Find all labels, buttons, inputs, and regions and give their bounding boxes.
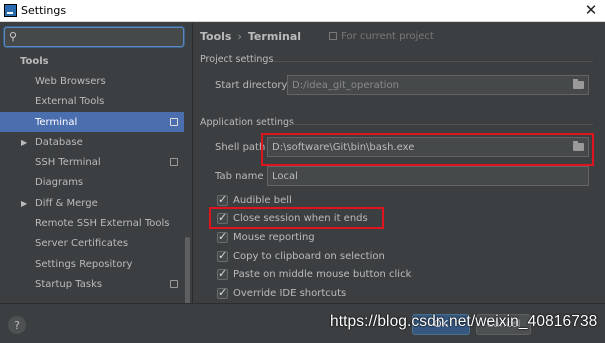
checkbox-label: Override IDE shortcuts xyxy=(233,287,347,299)
breadcrumb: Tools › Terminal For current project xyxy=(200,29,434,43)
search-input[interactable] xyxy=(27,29,179,45)
sidebar-item-external-tools[interactable]: External Tools xyxy=(0,92,184,112)
sidebar-item-settings-repository[interactable]: Settings Repository xyxy=(0,254,184,274)
sidebar-item-server-certificates[interactable]: Server Certificates xyxy=(0,234,184,254)
sidebar-item-database[interactable]: ▶ Database xyxy=(0,132,184,152)
breadcrumb-parent: Tools xyxy=(200,29,232,43)
project-settings-heading: Project settings xyxy=(200,54,274,65)
sidebar-item-label: Diff & Merge xyxy=(35,197,98,209)
paste-middle-click-checkbox-row[interactable]: Paste on middle mouse button click xyxy=(217,267,411,281)
close-session-checkbox-row[interactable]: Close session when it ends xyxy=(217,211,368,225)
project-scope-icon xyxy=(170,117,178,126)
intellij-app-icon xyxy=(4,4,17,17)
audible-bell-checkbox[interactable] xyxy=(217,193,228,206)
folder-icon xyxy=(572,79,584,89)
close-icon[interactable]: ✕ xyxy=(583,1,599,19)
sidebar-item-label: Diagrams xyxy=(35,177,84,189)
override-ide-shortcuts-checkbox-row[interactable]: Override IDE shortcuts xyxy=(217,286,346,300)
dialog-footer: ? OK Cancel https://blog.csdn.net/weixin… xyxy=(0,303,605,343)
override-ide-shortcuts-checkbox[interactable] xyxy=(217,286,228,299)
project-scope-icon xyxy=(170,158,178,167)
watermark-text: https://blog.csdn.net/weixin_40816738 xyxy=(330,313,598,330)
audible-bell-checkbox-row[interactable]: Audible bell xyxy=(217,193,292,207)
browse-start-directory-button[interactable] xyxy=(569,77,587,93)
section-divider xyxy=(291,124,593,125)
settings-sidebar: ⚲ Tools Web Browsers External Tools Term… xyxy=(0,23,192,325)
breadcrumb-separator: › xyxy=(237,29,242,43)
checkbox-label: Paste on middle mouse button click xyxy=(233,268,412,280)
sidebar-item-web-browsers[interactable]: Web Browsers xyxy=(0,71,184,91)
expand-arrow-icon[interactable]: ▶ xyxy=(21,199,27,208)
project-scope-icon xyxy=(170,280,178,289)
sidebar-item-label: Remote SSH External Tools xyxy=(35,218,170,230)
help-button[interactable]: ? xyxy=(8,316,26,334)
sidebar-item-label: Terminal xyxy=(35,116,78,128)
sidebar-item-ssh-terminal[interactable]: SSH Terminal xyxy=(0,152,184,172)
copy-on-selection-checkbox[interactable] xyxy=(217,249,228,262)
tab-name-input[interactable] xyxy=(272,169,582,183)
sidebar-item-label: External Tools xyxy=(35,96,105,108)
settings-search-box[interactable]: ⚲ xyxy=(4,27,184,47)
checkbox-label: Close session when it ends xyxy=(233,212,368,224)
sidebar-item-diagrams[interactable]: Diagrams xyxy=(0,173,184,193)
expand-arrow-icon[interactable]: ▶ xyxy=(21,138,27,147)
sidebar-item-label: SSH Terminal xyxy=(35,157,101,169)
sidebar-item-tools[interactable]: Tools xyxy=(0,51,184,71)
copy-on-selection-checkbox-row[interactable]: Copy to clipboard on selection xyxy=(217,249,385,263)
sidebar-item-terminal[interactable]: Terminal xyxy=(0,111,184,133)
mouse-reporting-checkbox[interactable] xyxy=(217,230,228,243)
shell-path-input[interactable] xyxy=(272,140,566,154)
start-directory-input[interactable] xyxy=(292,78,566,92)
shell-path-label: Shell path xyxy=(215,142,266,153)
paste-middle-click-checkbox[interactable] xyxy=(217,267,228,280)
application-settings-heading: Application settings xyxy=(200,117,294,128)
scope-note: For current project xyxy=(329,31,434,42)
sidebar-item-label: Web Browsers xyxy=(35,75,106,87)
window-title: Settings xyxy=(21,4,67,17)
mouse-reporting-checkbox-row[interactable]: Mouse reporting xyxy=(217,230,315,244)
sidebar-item-label: Tools xyxy=(20,55,49,67)
sidebar-item-diff-merge[interactable]: ▶ Diff & Merge xyxy=(0,193,184,213)
sidebar-item-label: Database xyxy=(35,136,83,148)
sidebar-item-startup-tasks[interactable]: Startup Tasks xyxy=(0,274,184,294)
tab-name-label: Tab name xyxy=(215,171,264,182)
tab-name-field[interactable] xyxy=(267,166,589,186)
checkbox-label: Audible bell xyxy=(233,194,292,206)
settings-tree: Tools Web Browsers External Tools Termin… xyxy=(0,51,184,295)
browse-shell-path-button[interactable] xyxy=(569,139,587,155)
terminal-settings-panel: Tools › Terminal For current project Pro… xyxy=(192,23,605,303)
checkbox-label: Copy to clipboard on selection xyxy=(233,250,385,262)
folder-icon xyxy=(572,141,584,151)
start-directory-label: Start directory xyxy=(215,80,288,91)
sidebar-item-remote-ssh-external-tools[interactable]: Remote SSH External Tools xyxy=(0,213,184,233)
sidebar-item-label: Startup Tasks xyxy=(35,278,103,290)
shell-path-field[interactable] xyxy=(267,137,589,157)
checkbox-label: Mouse reporting xyxy=(233,231,315,243)
start-directory-field[interactable] xyxy=(287,75,589,95)
sidebar-item-label: Server Certificates xyxy=(35,238,129,250)
search-icon: ⚲ xyxy=(9,30,18,43)
project-scope-icon xyxy=(329,32,338,40)
sidebar-item-label: Settings Repository xyxy=(35,258,133,270)
title-bar: Settings ✕ xyxy=(0,0,605,22)
close-session-checkbox[interactable] xyxy=(217,211,228,224)
section-divider xyxy=(273,61,593,62)
breadcrumb-current: Terminal xyxy=(247,29,302,43)
scope-note-label: For current project xyxy=(341,30,434,42)
